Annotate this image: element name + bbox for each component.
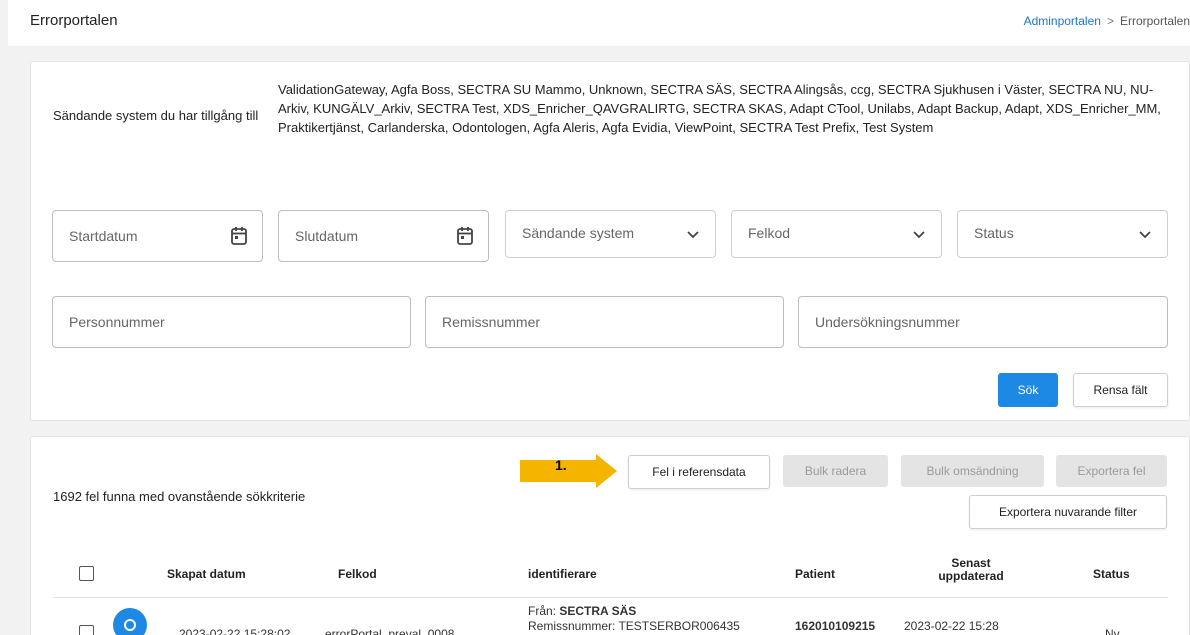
referral-number-placeholder: Remissnummer	[442, 314, 541, 330]
chevron-down-icon	[1139, 231, 1151, 239]
column-header-identifiers[interactable]: identifierare	[528, 567, 597, 581]
sending-system-placeholder: Sändande system	[522, 225, 635, 241]
referral-number-input[interactable]: Remissnummer	[425, 296, 784, 348]
breadcrumb-current: Errorportalen	[1119, 14, 1190, 28]
results-card: 1. Fel i referensdata Bulk radera Bulk o…	[30, 436, 1190, 635]
column-header-last-updated[interactable]: Senast uppdaterad	[926, 557, 1016, 583]
personal-number-placeholder: Personnummer	[69, 314, 165, 330]
start-date-field[interactable]: Startdatum	[52, 210, 263, 262]
last-updated-line2: uppdaterad	[938, 569, 1004, 583]
status-placeholder: Status	[974, 225, 1014, 241]
results-count: 1692 fel funna med ovanstående sökkriter…	[53, 489, 306, 504]
top-bar: Errorportalen Adminportalen > Errorportale…	[8, 0, 1190, 46]
row-error-code: errorPortal_preval_0008	[325, 627, 455, 635]
column-header-error-code[interactable]: Felkod	[338, 567, 377, 581]
row-status: Ny	[1105, 627, 1120, 635]
search-button[interactable]: Sök	[998, 373, 1058, 407]
personal-number-input[interactable]: Personnummer	[52, 296, 411, 348]
arrow-annotation	[520, 454, 617, 488]
calendar-icon[interactable]	[456, 226, 474, 246]
chevron-down-icon	[913, 231, 925, 239]
row-from-value: SECTRA SÄS	[559, 604, 637, 618]
calendar-icon[interactable]	[230, 226, 248, 246]
chevron-down-icon	[687, 231, 699, 239]
error-code-select[interactable]: Felkod	[731, 210, 942, 258]
export-errors-button[interactable]: Exportera fel	[1056, 455, 1167, 487]
status-select[interactable]: Status	[957, 210, 1168, 258]
systems-label: Sändande system du har tillgång till	[53, 108, 259, 123]
row-created-date: 2023-02-22 15:28:02	[179, 627, 291, 635]
search-card: Sändande system du har tillgång till Val…	[30, 61, 1190, 421]
breadcrumb-separator: >	[1106, 14, 1114, 28]
column-header-status[interactable]: Status	[1093, 567, 1130, 581]
page-title: Errorportalen	[30, 12, 118, 29]
row-referral-number: Remissnummer: TESTSERBOR006435	[528, 619, 740, 633]
end-date-placeholder: Slutdatum	[295, 228, 359, 244]
exam-number-input[interactable]: Undersökningsnummer	[798, 296, 1168, 348]
row-last-updated: 2023-02-22 15:28	[904, 619, 999, 633]
sending-system-select[interactable]: Sändande system	[505, 210, 716, 258]
bulk-resend-button[interactable]: Bulk omsändning	[901, 455, 1044, 487]
column-header-created[interactable]: Skapat datum	[167, 567, 246, 581]
breadcrumb: Adminportalen > Errorportalen	[1024, 14, 1190, 28]
export-current-filter-button[interactable]: Exportera nuvarande filter	[969, 495, 1167, 529]
row-from-label: Från:	[528, 604, 557, 618]
end-date-field[interactable]: Slutdatum	[278, 210, 489, 262]
column-header-patient[interactable]: Patient	[795, 567, 835, 581]
systems-list: ValidationGateway, Agfa Boss, SECTRA SU …	[278, 82, 1161, 135]
row-patient: 162010109215	[795, 619, 876, 633]
clear-fields-button[interactable]: Rensa fält	[1073, 373, 1168, 407]
view-details-icon[interactable]	[113, 608, 147, 635]
breadcrumb-link-adminportalen[interactable]: Adminportalen	[1024, 14, 1101, 28]
table-header-divider	[53, 597, 1168, 598]
error-code-placeholder: Felkod	[748, 225, 791, 241]
exam-number-placeholder: Undersökningsnummer	[815, 314, 960, 330]
reference-data-error-button[interactable]: Fel i referensdata	[628, 455, 770, 489]
row-checkbox[interactable]	[79, 625, 94, 635]
annotation-label: 1.	[555, 457, 567, 473]
start-date-placeholder: Startdatum	[69, 228, 138, 244]
row-from: Från: SECTRA SÄS	[528, 604, 636, 618]
bulk-delete-button[interactable]: Bulk radera	[783, 455, 888, 487]
select-all-checkbox[interactable]	[79, 566, 94, 581]
